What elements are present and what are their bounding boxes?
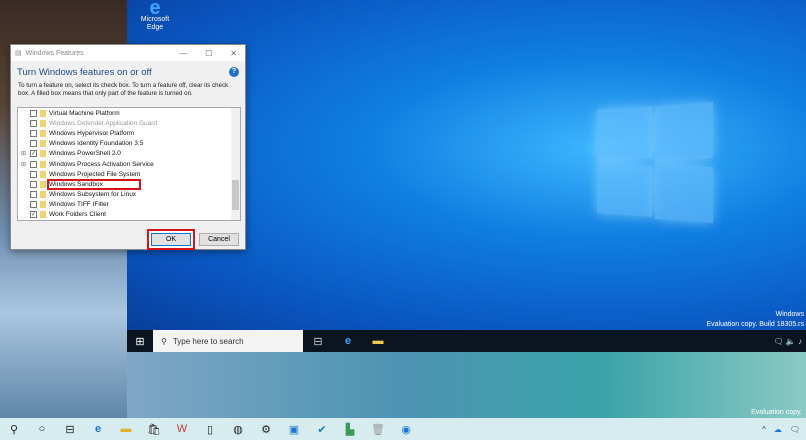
folder-icon (40, 160, 46, 168)
scrollbar-thumb[interactable] (232, 180, 239, 210)
chevron-up-icon[interactable]: ^ (762, 425, 766, 434)
watermark: Windows Evaluation copy. Build 18305.rs (706, 310, 804, 330)
folder-icon (40, 170, 46, 178)
features-list: Virtual Machine Platform Windows Defender… (17, 107, 241, 221)
minimize-button[interactable]: — (179, 49, 187, 58)
store-icon[interactable]: 🛍 (140, 423, 168, 436)
folder-icon (40, 109, 46, 117)
feature-label: Virtual Machine Platform (49, 109, 120, 117)
windows-features-dialog: ▤ Windows Features — ☐ ✕ Turn Windows feat… (10, 44, 246, 250)
feature-label: Windows Subsystem for Linux (49, 191, 137, 199)
feature-row[interactable]: Windows Defender Application Guard (18, 118, 240, 128)
feature-label: Windows Sandbox (47, 178, 141, 190)
folder-icon (40, 150, 46, 158)
search-icon[interactable]: ⚲ (0, 423, 28, 436)
checkbox[interactable]: ✓ (30, 150, 37, 158)
folder-icon (40, 129, 46, 137)
feature-label: Windows Projected File System (49, 170, 141, 178)
maximize-button[interactable]: ☐ (205, 49, 212, 58)
task-view-icon[interactable]: ⊟ (303, 335, 333, 348)
search-box[interactable]: ⚲ Type here to search (153, 330, 303, 352)
folder-icon (40, 119, 46, 127)
feature-row[interactable]: Windows Sandbox (18, 178, 240, 190)
dialog-heading: Turn Windows features on or off (17, 67, 152, 78)
wallpaper-water (127, 352, 806, 418)
feature-row[interactable]: ✓ Work Folders Client (18, 210, 240, 220)
folder-icon (40, 180, 46, 188)
feature-row[interactable]: Windows Identity Foundation 3.5 (18, 139, 240, 149)
checkbox[interactable] (30, 180, 37, 188)
cortana-icon[interactable]: ○ (28, 423, 56, 435)
edge-taskbar-icon[interactable]: e (333, 335, 363, 347)
title-bar: ▤ Windows Features — ☐ ✕ (11, 45, 245, 61)
feature-row[interactable]: Virtual Machine Platform (18, 108, 240, 118)
desktop-icon-edge[interactable]: e Microsoft Edge (135, 0, 175, 32)
help-icon[interactable]: ? (229, 67, 239, 77)
feature-label: Windows Identity Foundation 3.5 (49, 140, 144, 148)
feature-label: Windows PowerShell 2.0 (49, 150, 121, 158)
system-tray[interactable]: ^ ☁ 🗨 (762, 425, 806, 434)
expand-icon[interactable]: ⊞ (21, 150, 27, 157)
checkbox[interactable]: ✓ (30, 211, 37, 219)
close-button[interactable]: ✕ (230, 49, 237, 58)
start-button[interactable]: ⊞ (127, 330, 153, 352)
watermark-line1: Windows (775, 311, 804, 318)
feature-label: Windows Process Activation Service (49, 160, 154, 168)
feature-label: Windows Hypervisor Platform (49, 129, 135, 137)
app2-icon[interactable]: ▙ (336, 423, 364, 436)
scrollbar[interactable] (231, 108, 240, 220)
shield-app-icon[interactable]: ▣ (280, 423, 308, 436)
folder-icon (40, 191, 46, 199)
dialog-title: Windows Features (25, 49, 84, 57)
edge-icon: e (149, 0, 161, 19)
feature-row[interactable]: ⊞ ✓ Windows PowerShell 2.0 (18, 149, 240, 159)
file-explorer-icon[interactable]: ▬ (363, 335, 393, 347)
host-taskbar: ⚲ ○ ⊟ e ▬ 🛍 W ▯ ◍ ⚙ ▣ ✔ ▙ 🗑 ◉ ^ ☁ 🗨 (0, 418, 806, 440)
checkbox[interactable] (30, 191, 37, 199)
todo-icon[interactable]: ✔ (308, 423, 336, 436)
onedrive-icon[interactable]: ☁ (774, 425, 782, 434)
feature-label: Windows Defender Application Guard (49, 119, 158, 127)
task-view-icon[interactable]: ⊟ (56, 423, 84, 436)
feature-label: Work Folders Client (49, 211, 106, 219)
expand-icon[interactable]: ⊞ (21, 161, 27, 168)
notification-icon[interactable]: 🗨 (790, 425, 800, 434)
edge-label: Microsoft Edge (140, 16, 170, 31)
folder-icon (40, 211, 46, 219)
dialog-description: To turn a feature on, select its check b… (18, 82, 229, 97)
ok-button[interactable]: OK (151, 233, 191, 246)
settings-icon[interactable]: ⚙ (252, 423, 280, 436)
vm-taskbar: ⊞ ⚲ Type here to search ⊟ e ▬ 🗨 🔈 ♪ (127, 330, 806, 352)
feature-row[interactable]: Windows Hypervisor Platform (18, 128, 240, 138)
sandbox-app-icon[interactable]: ◉ (392, 423, 420, 436)
feature-row[interactable]: Windows Subsystem for Linux (18, 190, 240, 200)
feature-row[interactable]: ⊞ Windows Process Activation Service (18, 159, 240, 169)
app-icon: ▤ (15, 50, 22, 57)
search-placeholder: Type here to search (172, 336, 244, 346)
feature-row[interactable]: Windows Projected File System (18, 169, 240, 179)
checkbox[interactable] (30, 140, 37, 148)
feature-row[interactable]: Windows TIFF IFilter (18, 200, 240, 210)
checkbox[interactable] (30, 109, 37, 117)
watermark-line2: Evaluation copy. Build 18305.rs (706, 321, 804, 328)
folder-icon (40, 140, 46, 148)
phone-icon[interactable]: ▯ (196, 423, 224, 436)
checkbox[interactable] (30, 129, 37, 137)
app-icon[interactable]: W (168, 423, 196, 435)
recycle-icon[interactable]: 🗑 (364, 423, 392, 436)
checkbox[interactable] (30, 170, 37, 178)
outer-watermark: Evaluation copy. (751, 409, 802, 416)
system-tray[interactable]: 🗨 🔈 ♪ (773, 337, 806, 346)
search-icon: ⚲ (161, 336, 167, 346)
feature-label: Windows TIFF IFilter (49, 201, 109, 209)
checkbox[interactable] (30, 119, 37, 127)
file-explorer-icon[interactable]: ▬ (112, 423, 140, 435)
folder-icon (40, 201, 46, 209)
checkbox[interactable] (30, 160, 37, 168)
edge-icon[interactable]: e (84, 423, 112, 435)
checkbox[interactable] (30, 201, 37, 209)
photos-icon[interactable]: ◍ (224, 423, 252, 436)
cancel-button[interactable]: Cancel (199, 233, 239, 246)
